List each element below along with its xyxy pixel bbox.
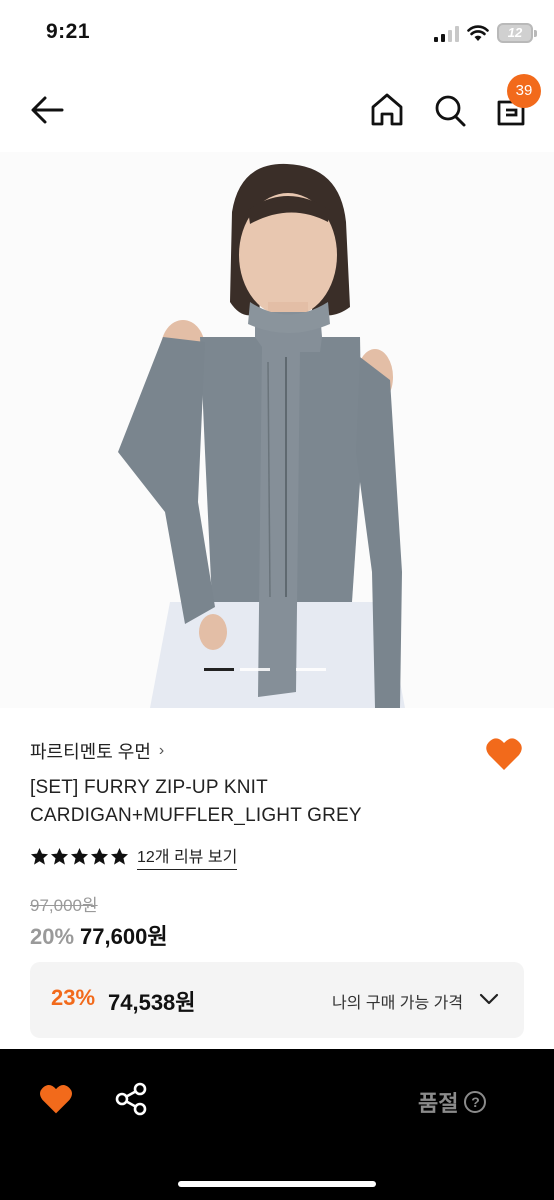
original-price: 97,000원: [30, 896, 98, 915]
coupon-price: 74,538원: [108, 990, 196, 1015]
signal-icon: [434, 26, 459, 42]
carousel-dot-active: [204, 668, 234, 671]
wifi-icon: [467, 25, 489, 41]
status-time: 9:21: [46, 20, 91, 43]
product-photo: [0, 152, 554, 708]
help-icon[interactable]: ?: [464, 1091, 487, 1113]
search-icon[interactable]: [431, 90, 469, 130]
carousel-dot: [240, 668, 270, 671]
product-image[interactable]: [0, 152, 554, 708]
battery-level: 12: [507, 25, 523, 40]
discount-rate: 20%: [30, 924, 75, 949]
home-indicator: [178, 1181, 376, 1187]
rating-row: 12개 리뷰 보기: [30, 843, 238, 870]
soldout-text: 품절: [418, 1091, 459, 1116]
chevron-right-icon: ›: [158, 742, 165, 759]
review-link[interactable]: 12개 리뷰 보기: [137, 843, 238, 870]
image-carousel-indicator: [0, 668, 554, 672]
battery-icon: 12: [497, 23, 537, 43]
star-icon: [90, 847, 109, 865]
my-price-box[interactable]: 23% 74,538원 나의 구매 가능 가격: [30, 962, 524, 1038]
coupon-discount-rate: 23%: [51, 985, 96, 1010]
product-title: [SET] FURRY ZIP-UP KNIT CARDIGAN+MUFFLER…: [30, 777, 362, 826]
back-arrow-icon[interactable]: [28, 90, 68, 130]
star-icon: [70, 847, 89, 865]
share-icon[interactable]: [114, 1081, 150, 1117]
status-bar: 9:21 12: [0, 0, 554, 68]
cart-count-badge: 39: [507, 74, 541, 108]
bottom-action-bar: 품절 ?: [0, 1049, 554, 1200]
price-row: 20% 77,600원: [30, 919, 168, 951]
star-icon: [30, 847, 49, 865]
star-rating: [30, 847, 129, 866]
heart-icon[interactable]: [484, 734, 524, 774]
sale-price: 77,600원: [80, 924, 168, 949]
heart-icon[interactable]: [38, 1081, 74, 1117]
carousel-dot: [296, 668, 326, 671]
home-icon[interactable]: [368, 90, 406, 130]
soldout-status: 품절 ?: [418, 1086, 487, 1118]
brand-link[interactable]: 파르티멘토 우먼 ›: [30, 738, 164, 764]
my-price-label: 나의 구매 가능 가격: [332, 995, 464, 1012]
star-icon: [50, 847, 69, 865]
brand-name: 파르티멘토 우먼: [30, 742, 151, 762]
star-icon: [110, 847, 129, 865]
top-nav: [0, 68, 554, 156]
chevron-down-icon[interactable]: [478, 988, 500, 1010]
